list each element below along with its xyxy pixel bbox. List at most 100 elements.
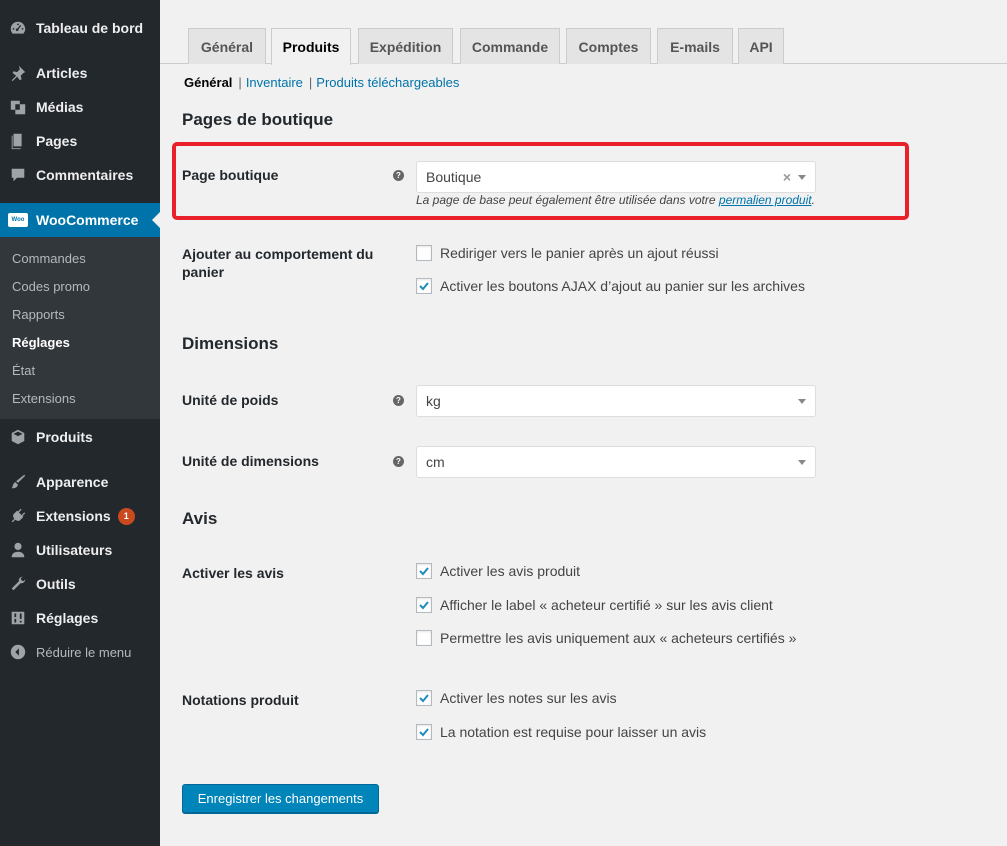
tab-products[interactable]: Produits bbox=[271, 28, 351, 65]
enable-product-reviews-option[interactable]: Activer les avis produit bbox=[416, 563, 580, 579]
highlight-box bbox=[172, 142, 909, 220]
weight-unit-value: kg bbox=[426, 393, 441, 409]
enable-ratings-option[interactable]: Activer les notes sur les avis bbox=[416, 690, 617, 706]
redirect-cart-option[interactable]: Rediriger vers le panier après un ajout … bbox=[416, 245, 719, 261]
menu-articles-label: Articles bbox=[36, 65, 88, 81]
pages-icon bbox=[8, 131, 28, 151]
enable-product-reviews-checkbox[interactable] bbox=[416, 563, 432, 579]
comment-icon bbox=[8, 165, 28, 185]
rating-required-checkbox[interactable] bbox=[416, 724, 432, 740]
menu-users[interactable]: Utilisateurs bbox=[0, 533, 160, 567]
menu-pages[interactable]: Pages bbox=[0, 124, 160, 158]
plugins-update-badge: 1 bbox=[117, 507, 135, 525]
settings-tabs: Général Produits Expédition Commande Com… bbox=[160, 28, 1007, 65]
subnav-separator: | bbox=[238, 75, 242, 90]
subnav-downloadable[interactable]: Produits téléchargeables bbox=[316, 75, 459, 90]
section-subnav: Général | Inventaire | Produits téléchar… bbox=[184, 75, 459, 90]
menu-comments-label: Commentaires bbox=[36, 167, 134, 183]
ajax-buttons-option[interactable]: Activer les boutons AJAX d’ajout au pani… bbox=[416, 278, 805, 294]
collapse-arrow-icon bbox=[8, 642, 28, 662]
section-title-shop-pages: Pages de boutique bbox=[182, 110, 334, 129]
menu-woocommerce-label: WooCommerce bbox=[36, 212, 139, 228]
dashboard-icon bbox=[8, 18, 28, 38]
weight-unit-label: Unité de poids bbox=[182, 392, 279, 408]
checkmark-icon bbox=[419, 567, 429, 576]
submenu-extensions[interactable]: Extensions bbox=[12, 391, 76, 406]
tab-general[interactable]: Général bbox=[188, 28, 266, 64]
media-icon bbox=[8, 97, 28, 117]
enable-reviews-label: Activer les avis bbox=[182, 565, 284, 581]
save-changes-button[interactable]: Enregistrer les changements bbox=[182, 784, 379, 813]
tab-shipping[interactable]: Expédition bbox=[358, 28, 453, 64]
collapse-menu-label: Réduire le menu bbox=[36, 644, 132, 660]
active-menu-arrow bbox=[152, 212, 160, 228]
checkmark-icon bbox=[419, 728, 429, 737]
plugin-icon bbox=[8, 506, 28, 526]
verified-label-option[interactable]: Afficher le label « acheteur certifié » … bbox=[416, 597, 773, 613]
chevron-down-icon bbox=[798, 399, 806, 404]
tab-accounts[interactable]: Comptes bbox=[566, 28, 651, 64]
verified-label-checkbox[interactable] bbox=[416, 597, 432, 613]
checkmark-icon bbox=[419, 694, 429, 703]
section-title-reviews: Avis bbox=[182, 509, 218, 528]
product-ratings-label: Notations produit bbox=[182, 692, 299, 708]
redirect-cart-checkbox[interactable] bbox=[416, 245, 432, 261]
tab-api[interactable]: API bbox=[738, 28, 784, 64]
subnav-separator: | bbox=[308, 75, 313, 90]
menu-tools-label: Outils bbox=[36, 576, 76, 592]
submenu-reports[interactable]: Rapports bbox=[12, 307, 65, 322]
menu-products[interactable]: Produits bbox=[0, 420, 160, 454]
box-icon bbox=[8, 427, 28, 447]
enable-ratings-checkbox[interactable] bbox=[416, 690, 432, 706]
cart-behavior-label: Ajouter au comportement du panier bbox=[182, 246, 374, 280]
menu-medias-label: Médias bbox=[36, 99, 84, 115]
menu-dashboard-label: Tableau de bord bbox=[36, 20, 144, 36]
tab-checkout[interactable]: Commande bbox=[460, 28, 560, 64]
checkmark-icon bbox=[419, 601, 429, 610]
chevron-down-icon bbox=[798, 460, 806, 465]
verified-only-checkbox[interactable] bbox=[416, 630, 432, 646]
menu-products-label: Produits bbox=[36, 429, 93, 445]
weight-unit-select[interactable]: kg bbox=[416, 385, 816, 417]
menu-plugins-label: Extensions bbox=[36, 508, 111, 524]
menu-users-label: Utilisateurs bbox=[36, 542, 113, 558]
submenu-settings[interactable]: Réglages bbox=[12, 335, 70, 350]
subnav-inventory[interactable]: Inventaire bbox=[246, 75, 303, 90]
menu-medias[interactable]: Médias bbox=[0, 90, 160, 124]
wrench-icon bbox=[8, 574, 28, 594]
checkmark-icon bbox=[419, 282, 429, 291]
menu-appearance[interactable]: Apparence bbox=[0, 465, 160, 499]
admin-sidebar: Tableau de bord Articles Médias Pages Co… bbox=[0, 0, 160, 846]
menu-woocommerce[interactable]: Woo WooCommerce bbox=[0, 203, 160, 237]
menu-pages-label: Pages bbox=[36, 133, 78, 149]
menu-appearance-label: Apparence bbox=[36, 474, 109, 490]
verified-only-option[interactable]: Permettre les avis uniquement aux « ache… bbox=[416, 630, 796, 646]
woocommerce-icon: Woo bbox=[8, 210, 28, 230]
rating-required-option[interactable]: La notation est requise pour laisser un … bbox=[416, 724, 706, 740]
woocommerce-submenu: Commandes Codes promo Rapports Réglages … bbox=[0, 237, 160, 419]
help-icon[interactable]: ? bbox=[393, 395, 404, 406]
section-title-dimensions: Dimensions bbox=[182, 334, 279, 353]
menu-tools[interactable]: Outils bbox=[0, 567, 160, 601]
help-icon[interactable]: ? bbox=[393, 456, 404, 467]
subnav-general[interactable]: Général bbox=[184, 75, 232, 90]
brush-icon bbox=[8, 472, 28, 492]
settings-main: Général Produits Expédition Commande Com… bbox=[160, 0, 1007, 846]
menu-comments[interactable]: Commentaires bbox=[0, 158, 160, 192]
menu-plugins[interactable]: Extensions 1 bbox=[0, 499, 160, 533]
dimension-unit-label: Unité de dimensions bbox=[182, 453, 319, 469]
submenu-orders[interactable]: Commandes bbox=[12, 251, 86, 266]
collapse-menu-button[interactable]: Réduire le menu bbox=[0, 635, 160, 669]
submenu-status[interactable]: État bbox=[12, 363, 35, 378]
pin-icon bbox=[8, 63, 28, 83]
menu-dashboard[interactable]: Tableau de bord bbox=[0, 11, 160, 45]
submenu-coupons[interactable]: Codes promo bbox=[12, 279, 90, 294]
tab-emails[interactable]: E-mails bbox=[657, 28, 733, 64]
menu-articles[interactable]: Articles bbox=[0, 56, 160, 90]
dimension-unit-select[interactable]: cm bbox=[416, 446, 816, 478]
dimension-unit-value: cm bbox=[426, 454, 445, 470]
ajax-buttons-checkbox[interactable] bbox=[416, 278, 432, 294]
menu-settings[interactable]: Réglages bbox=[0, 601, 160, 635]
sliders-icon bbox=[8, 608, 28, 628]
user-icon bbox=[8, 540, 28, 560]
